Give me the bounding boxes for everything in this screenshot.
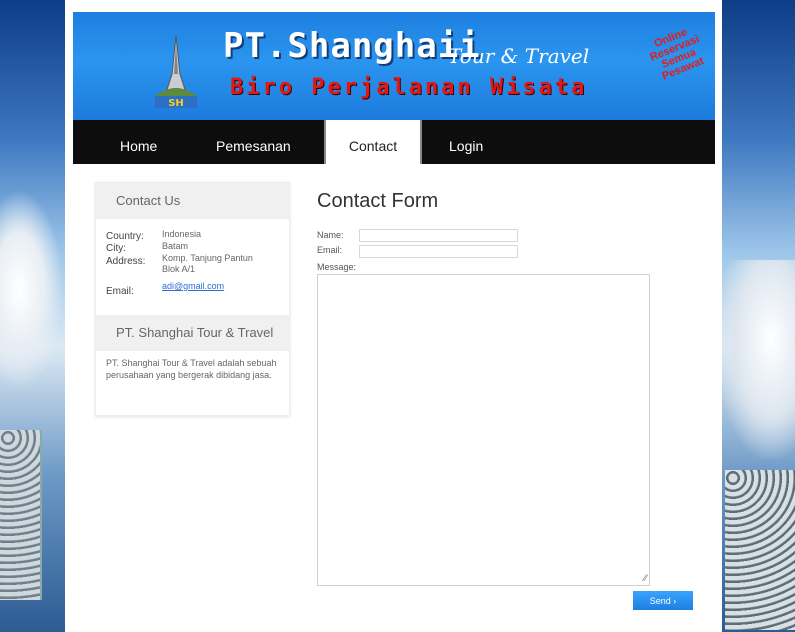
city-label: City: [106,243,126,254]
sidebar: Contact Us Country: Indonesia City: Bata… [95,182,290,416]
site-subtitle: Biro Perjalanan Wisata [230,75,588,100]
name-input[interactable] [359,229,518,242]
message-textarea[interactable]: ⁄⁄ [317,274,650,586]
site-title: PT.Shanghaii [223,26,481,66]
country-label: Country: [106,231,144,242]
resize-grip-icon[interactable]: ⁄⁄ [644,573,647,583]
site-title-suffix: Tour & Travel [448,44,590,68]
send-button[interactable]: Send › [633,591,693,610]
background-cloud-right [715,260,795,460]
email-label: Email: [106,286,134,297]
background-tower-right [725,470,795,630]
nav-pemesanan[interactable]: Pemesanan [216,120,291,164]
name-label: Name: [317,230,344,240]
contact-details: Country: Indonesia City: Batam Address: … [96,219,289,315]
nav-home[interactable]: Home [120,120,157,164]
svg-text:SH: SH [168,98,184,109]
tower-logo-icon: SH [155,35,197,109]
company-heading: PT. Shanghai Tour & Travel [96,315,289,351]
email-field-label: Email: [317,245,343,255]
online-reservation-stamp: Online Reservasi Semua Pesawat [648,26,706,83]
country-value: Indonesia [162,229,202,239]
city-value: Batam [162,241,189,251]
contact-us-heading: Contact Us [96,183,289,219]
address-value-line2: Blok A/1 [162,264,196,274]
background-tower-left [0,430,42,600]
site-header: SH PT.Shanghaii Tour & Travel Biro Perja… [73,12,715,120]
page-container: SH PT.Shanghaii Tour & Travel Biro Perja… [65,0,722,632]
message-label: Message: [317,262,357,272]
email-link[interactable]: adi@gmail.com [162,281,224,291]
company-description: PT. Shanghai Tour & Travel adalah sebuah… [106,358,277,380]
nav-login[interactable]: Login [449,120,483,164]
address-label: Address: [106,256,146,267]
address-value-line1: Komp. Tanjung Pantun [162,253,253,263]
nav-contact[interactable]: Contact [324,120,422,164]
email-input[interactable] [359,245,518,258]
main-nav: Home Pemesanan Contact Login [73,120,715,164]
background-cloud-left [0,190,64,390]
contact-form-title: Contact Form [317,190,439,212]
